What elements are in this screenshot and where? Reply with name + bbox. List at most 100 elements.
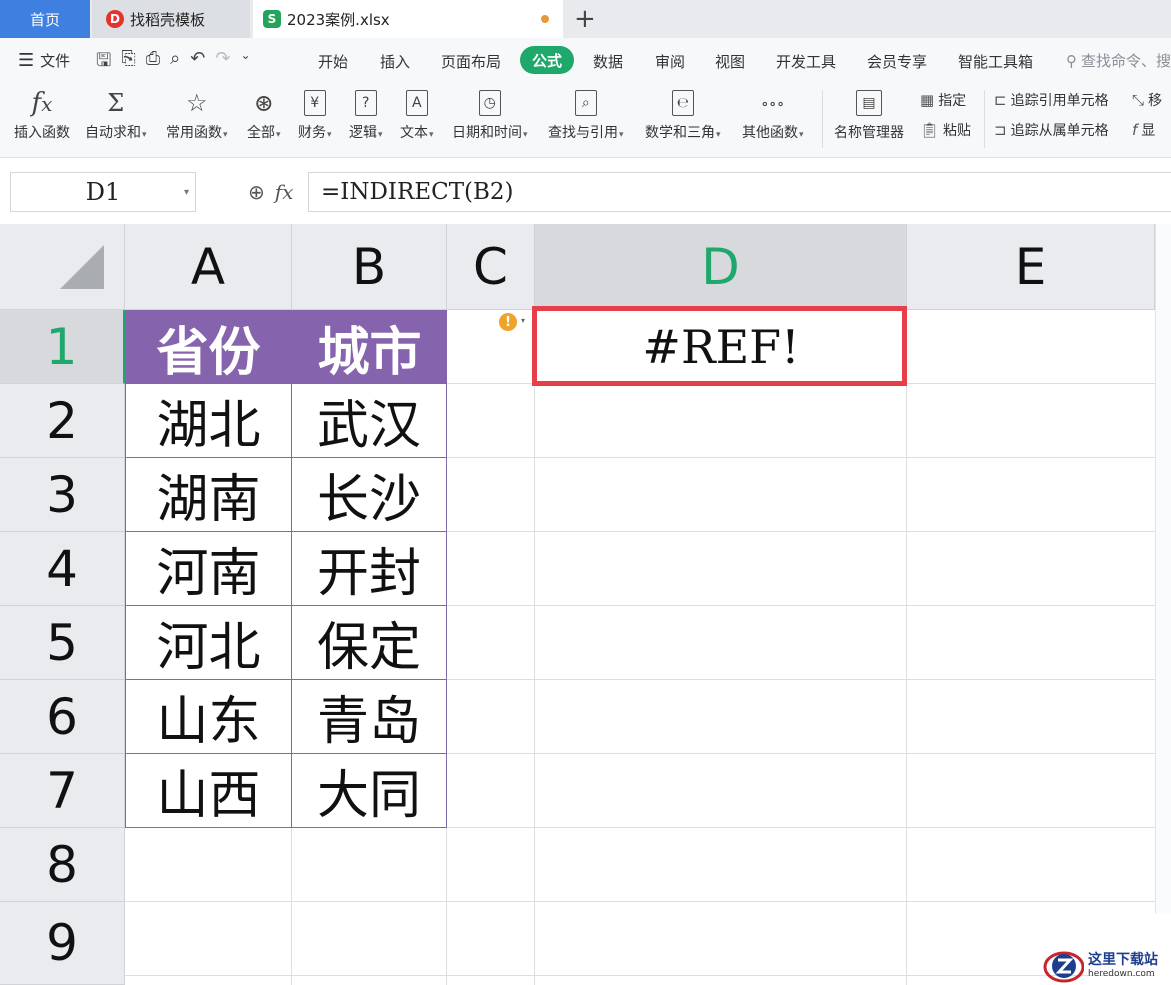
quick-menu-chevron-icon[interactable]: ⌄ — [240, 48, 250, 78]
print-preview-icon[interactable]: ⌕ — [170, 48, 180, 78]
menu-data[interactable]: 数据 — [593, 51, 623, 72]
row-header-7[interactable]: 7 — [0, 754, 125, 828]
lookup-reference-button[interactable]: ⌕ 查找与引用▾ — [548, 86, 624, 142]
cell-a4[interactable]: 河南 — [125, 532, 292, 606]
column-header-d[interactable]: D — [535, 224, 907, 310]
column-header-c[interactable]: C — [447, 224, 535, 310]
row-header-8[interactable]: 8 — [0, 828, 125, 902]
cell-a1[interactable]: 省份 — [125, 310, 292, 384]
all-functions-button[interactable]: ⊛ 全部▾ — [247, 86, 281, 142]
common-functions-button[interactable]: ☆ 常用函数▾ — [166, 86, 228, 142]
menu-review[interactable]: 审阅 — [655, 51, 685, 72]
menu-formulas[interactable]: 公式 — [520, 46, 574, 74]
cell-b3[interactable]: 长沙 — [292, 458, 447, 532]
row-header-9[interactable]: 9 — [0, 902, 125, 985]
new-tab-plus-icon[interactable]: + — [574, 4, 596, 34]
menu-smart-toolbox[interactable]: 智能工具箱 — [958, 51, 1033, 72]
autosum-label: 自动求和 — [85, 125, 141, 141]
gridline — [125, 901, 1155, 902]
math-icon: ℮ — [671, 86, 694, 120]
cell-b1[interactable]: 城市 — [292, 310, 447, 384]
name-manager-button[interactable]: ▤ 名称管理器 — [834, 86, 904, 142]
spreadsheet-grid: A B C D E 1 2 3 4 5 6 7 8 9 省份 城市 湖北 武汉 … — [0, 224, 1171, 985]
tab-bar: 首页 D 找稻壳模板 S 2023案例.xlsx + — [0, 0, 1171, 38]
menu-insert[interactable]: 插入 — [380, 51, 410, 72]
tab-file[interactable]: S 2023案例.xlsx — [253, 0, 563, 38]
name-box[interactable]: D1 ▾ — [10, 172, 196, 212]
trace-precedents-button[interactable]: ⊏ 追踪引用单元格 — [994, 90, 1109, 110]
print-icon[interactable]: ⎙ — [146, 48, 160, 78]
paste-name-button[interactable]: 📋︎ 粘贴 — [920, 120, 971, 140]
more-functions-button[interactable]: ∘∘∘ 其他函数▾ — [742, 86, 804, 142]
file-menu-button[interactable]: ☰ 文件 — [18, 50, 70, 71]
row-header-3[interactable]: 3 — [0, 458, 125, 532]
cell-b6[interactable]: 青岛 — [292, 680, 447, 754]
question-icon: ? — [354, 86, 377, 120]
row-header-6[interactable]: 6 — [0, 680, 125, 754]
undo-icon[interactable]: ↶ — [190, 48, 205, 78]
formula-input[interactable]: =INDIRECT(B2) — [308, 172, 1171, 212]
select-all-corner[interactable] — [0, 224, 125, 310]
specify-button[interactable]: ▦ 指定 — [920, 90, 966, 110]
row-header-1[interactable]: 1 — [0, 310, 125, 384]
text-a-icon: A — [405, 86, 428, 120]
menu-developer[interactable]: 开发工具 — [776, 51, 836, 72]
menu-home[interactable]: 开始 — [318, 51, 348, 72]
tab-template-label: 找稻壳模板 — [130, 10, 206, 29]
column-header-e[interactable]: E — [907, 224, 1155, 310]
cell-b5[interactable]: 保定 — [292, 606, 447, 680]
text-functions-button[interactable]: A 文本▾ — [400, 86, 434, 142]
date-time-button[interactable]: ◷ 日期和时间▾ — [452, 86, 528, 142]
cell-a5[interactable]: 河北 — [125, 606, 292, 680]
row-header-2[interactable]: 2 — [0, 384, 125, 458]
cell-b2[interactable]: 武汉 — [292, 384, 447, 458]
row-header-5[interactable]: 5 — [0, 606, 125, 680]
trace-dependents-button[interactable]: ⊐ 追踪从属单元格 — [994, 120, 1109, 140]
save-icon[interactable]: 🖫 — [96, 48, 111, 78]
cell-a3[interactable]: 湖南 — [125, 458, 292, 532]
cell-b7[interactable]: 大同 — [292, 754, 447, 828]
financial-button[interactable]: ¥ 财务▾ — [298, 86, 332, 142]
column-header-a[interactable]: A — [125, 224, 292, 310]
insert-function-button[interactable]: fx 插入函数 — [14, 86, 70, 142]
hamburger-icon: ☰ — [18, 50, 35, 71]
lookup-icon: ⌕ — [574, 86, 597, 120]
cell-a6[interactable]: 山东 — [125, 680, 292, 754]
insert-function-label: 插入函数 — [14, 125, 70, 141]
name-box-chevron-icon[interactable]: ▾ — [184, 187, 189, 198]
error-warning-icon[interactable]: ! — [499, 313, 517, 331]
error-options-chevron-icon[interactable]: ▾ — [521, 316, 525, 325]
trace-precedents-label: 追踪引用单元格 — [1010, 93, 1109, 109]
remove-arrows-button[interactable]: ⤡ 移 — [1132, 90, 1162, 110]
quick-access-toolbar: 🖫 ⎘ ⎙ ⌕ ↶ ↷ ⌄ — [96, 48, 251, 78]
cell-a7[interactable]: 山西 — [125, 754, 292, 828]
insert-function-fx-icon[interactable]: fx — [275, 180, 294, 204]
math-trig-button[interactable]: ℮ 数学和三角▾ — [645, 86, 721, 142]
zoom-formula-icon[interactable]: ⊕ — [248, 180, 265, 204]
vertical-scrollbar[interactable] — [1155, 224, 1171, 914]
show-formulas-button[interactable]: f 显 — [1132, 120, 1155, 140]
tab-template[interactable]: D 找稻壳模板 — [92, 0, 250, 38]
select-all-triangle-icon — [60, 245, 104, 289]
show-formulas-label: 显 — [1141, 123, 1156, 139]
command-search[interactable]: ⚲ 查找命令、搜 — [1066, 50, 1171, 71]
tab-home[interactable]: 首页 — [0, 0, 90, 38]
gridline — [534, 310, 535, 985]
cell-b4[interactable]: 开封 — [292, 532, 447, 606]
redo-icon[interactable]: ↷ — [215, 48, 230, 78]
autosum-button[interactable]: Σ 自动求和▾ — [85, 86, 147, 142]
show-formulas-icon: f — [1132, 121, 1138, 139]
trace-precedents-icon: ⊏ — [994, 91, 1007, 109]
remove-arrows-label: 移 — [1148, 93, 1163, 109]
cell-a2[interactable]: 湖北 — [125, 384, 292, 458]
export-icon[interactable]: ⎘ — [121, 48, 135, 78]
logical-button[interactable]: ? 逻辑▾ — [349, 86, 383, 142]
math-trig-label: 数学和三角 — [645, 125, 715, 141]
menu-member[interactable]: 会员专享 — [867, 51, 927, 72]
menu-page-layout[interactable]: 页面布局 — [441, 51, 501, 72]
row-header-4[interactable]: 4 — [0, 532, 125, 606]
column-header-b[interactable]: B — [292, 224, 447, 310]
logical-label: 逻辑 — [349, 125, 377, 141]
name-box-value: D1 — [85, 178, 121, 206]
menu-view[interactable]: 视图 — [715, 51, 745, 72]
